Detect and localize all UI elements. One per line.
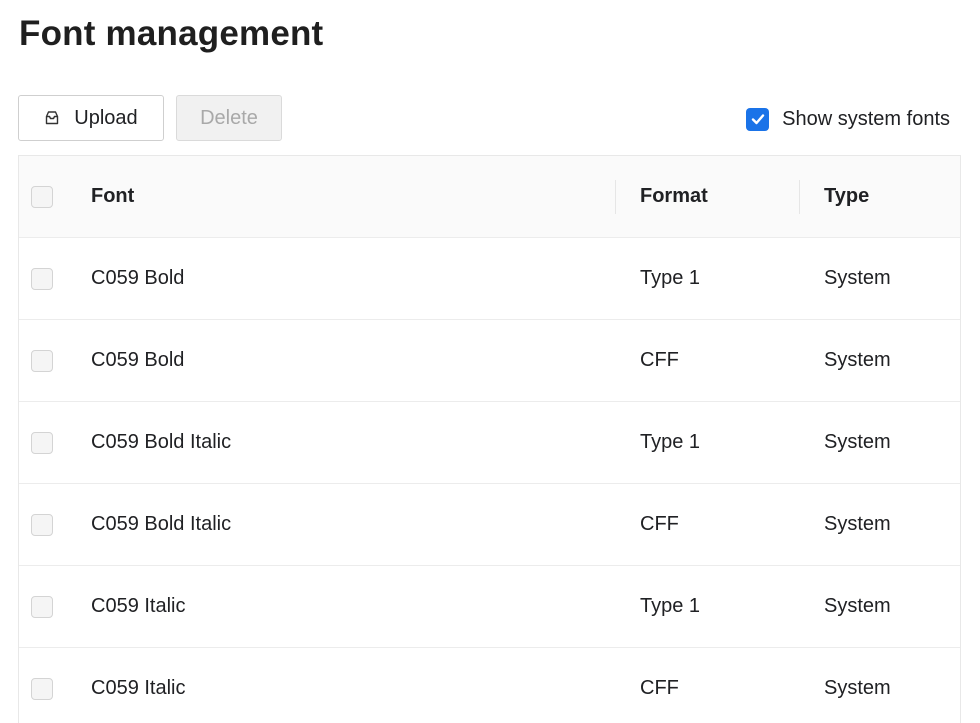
table-row[interactable]: C059 Bold CFF System xyxy=(19,320,960,402)
page-title: Font management xyxy=(19,14,324,53)
font-name-cell: C059 Bold Italic xyxy=(91,431,232,453)
table-row[interactable]: C059 Bold Italic Type 1 System xyxy=(19,402,960,484)
row-checkbox[interactable] xyxy=(31,513,53,536)
row-checkbox[interactable] xyxy=(31,267,53,290)
column-divider xyxy=(615,180,616,214)
table-row[interactable]: C059 Bold Italic CFF System xyxy=(19,484,960,566)
type-cell: System xyxy=(824,267,891,289)
row-checkbox[interactable] xyxy=(31,677,53,700)
font-name-cell: C059 Italic xyxy=(91,677,186,699)
type-cell: System xyxy=(824,349,891,371)
select-all-checkbox[interactable] xyxy=(31,185,53,208)
check-icon xyxy=(751,114,764,125)
fonts-table: Font Format Type C059 Bold Type 1 System… xyxy=(18,155,961,723)
row-checkbox[interactable] xyxy=(31,595,53,618)
font-management-page: Font management Upload Delete Show syste… xyxy=(0,0,980,723)
font-name-cell: C059 Bold xyxy=(91,349,185,371)
table-header-row: Font Format Type xyxy=(19,156,960,238)
upload-button-label: Upload xyxy=(74,106,138,129)
format-cell: Type 1 xyxy=(640,431,701,453)
table-row[interactable]: C059 Bold Type 1 System xyxy=(19,238,960,320)
show-system-fonts-label: Show system fonts xyxy=(782,107,950,130)
format-cell: Type 1 xyxy=(640,595,701,617)
type-cell: System xyxy=(824,677,891,699)
type-cell: System xyxy=(824,595,891,617)
font-name-cell: C059 Bold Italic xyxy=(91,513,232,535)
table-row[interactable]: C059 Italic CFF System xyxy=(19,648,960,723)
row-checkbox[interactable] xyxy=(31,431,53,454)
format-cell: CFF xyxy=(640,513,679,535)
upload-tray-icon xyxy=(44,110,60,126)
delete-button[interactable]: Delete xyxy=(176,95,282,141)
row-checkbox-cell xyxy=(31,566,57,647)
table-row[interactable]: C059 Italic Type 1 System xyxy=(19,566,960,648)
row-checkbox-cell xyxy=(31,320,57,401)
format-cell: CFF xyxy=(640,677,679,699)
row-checkbox[interactable] xyxy=(31,349,53,372)
type-cell: System xyxy=(824,431,891,453)
font-name-cell: C059 Bold xyxy=(91,267,185,289)
format-cell: Type 1 xyxy=(640,267,701,289)
column-divider xyxy=(799,180,800,214)
column-header-font[interactable]: Font xyxy=(91,156,611,237)
row-checkbox-cell xyxy=(31,484,57,565)
column-header-type[interactable]: Type xyxy=(824,156,954,237)
format-cell: CFF xyxy=(640,349,679,371)
column-header-format[interactable]: Format xyxy=(640,156,800,237)
row-checkbox-cell xyxy=(31,648,57,723)
toolbar: Upload Delete Show system fonts xyxy=(18,95,950,143)
delete-button-label: Delete xyxy=(200,106,258,129)
font-name-cell: C059 Italic xyxy=(91,595,186,617)
show-system-fonts-checkbox[interactable] xyxy=(746,107,770,131)
upload-button[interactable]: Upload xyxy=(18,95,164,141)
type-cell: System xyxy=(824,513,891,535)
header-checkbox-cell xyxy=(31,156,57,237)
row-checkbox-cell xyxy=(31,238,57,319)
row-checkbox-cell xyxy=(31,402,57,483)
show-system-fonts-toggle[interactable]: Show system fonts xyxy=(746,107,950,131)
